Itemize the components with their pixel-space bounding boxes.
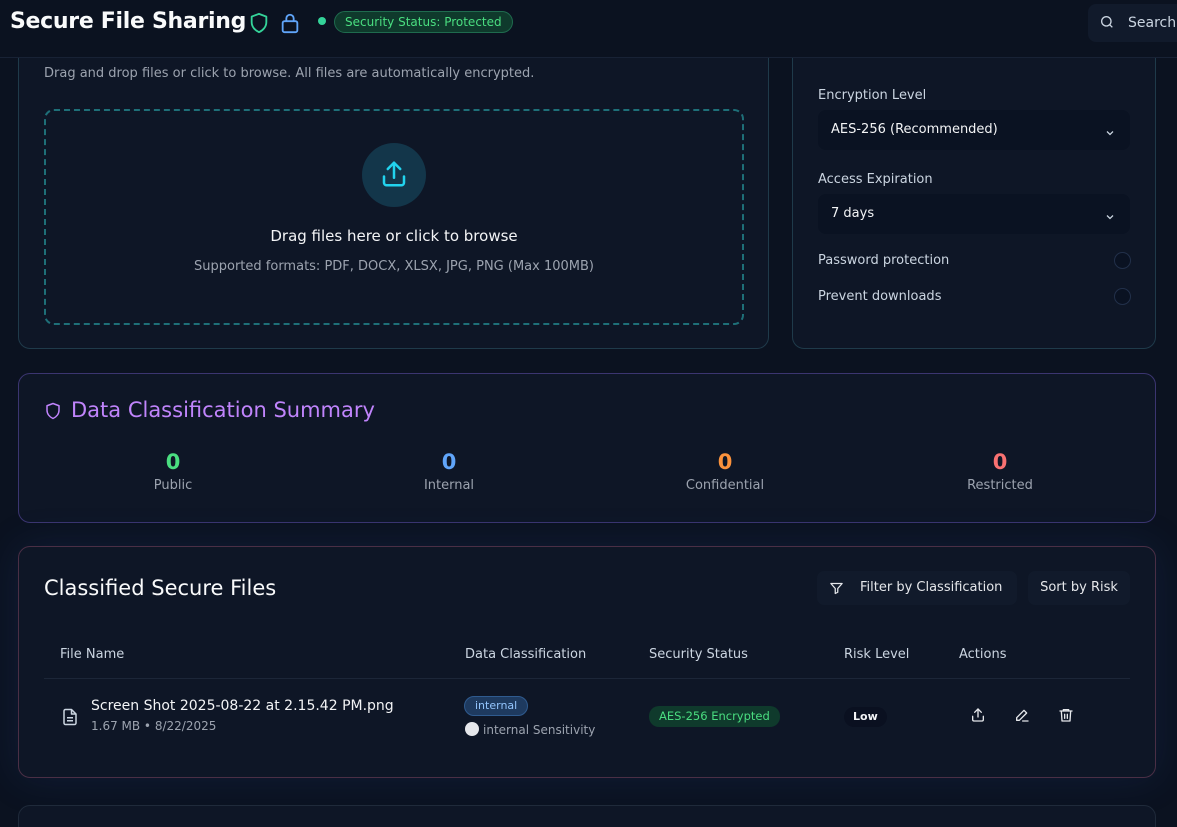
upload-description: Drag and drop files or click to browse. … [44, 66, 535, 81]
stat-public: 0 Public [73, 450, 273, 493]
shield-icon [248, 11, 270, 39]
app-title: Secure File Sharing [10, 9, 247, 34]
stat-label: Restricted [967, 478, 1033, 493]
search-button[interactable]: Search [1088, 4, 1177, 42]
chevron-down-icon [1104, 208, 1116, 227]
classification-summary-title: Data Classification Summary [71, 398, 375, 422]
dropzone-title: Drag files here or click to browse [270, 227, 518, 245]
classification-summary-panel: Data Classification Summary 0 Public 0 I… [18, 373, 1156, 523]
search-label: Search [1128, 15, 1177, 31]
next-section-panel [18, 805, 1156, 827]
file-dropzone[interactable]: Drag files here or click to browse Suppo… [44, 109, 744, 325]
column-header-risk-level[interactable]: Risk Level [844, 647, 909, 662]
classification-badge: internal [464, 696, 529, 716]
chevron-down-icon [1104, 124, 1116, 143]
encryption-level-label: Encryption Level [818, 88, 927, 103]
table-divider [44, 678, 1130, 679]
file-icon [61, 707, 79, 731]
lock-icon [279, 11, 301, 39]
column-header-actions: Actions [959, 647, 1007, 662]
column-header-classification[interactable]: Data Classification [465, 647, 586, 662]
upload-icon [382, 161, 406, 187]
prevent-downloads-label: Prevent downloads [818, 289, 942, 304]
filter-by-classification-button[interactable]: Filter by Classification [817, 571, 1017, 605]
risk-level-badge: Low [844, 707, 887, 727]
files-section-title: Classified Secure Files [44, 576, 277, 600]
edit-icon[interactable] [1014, 707, 1030, 727]
trash-icon[interactable] [1058, 707, 1074, 727]
access-expiration-select[interactable]: 7 days [818, 194, 1130, 234]
stat-count: 0 [441, 450, 457, 474]
column-header-file-name[interactable]: File Name [60, 647, 124, 662]
security-status-badge: Security Status: Protected [334, 11, 513, 33]
sensitivity-dot [465, 722, 479, 736]
prevent-downloads-toggle[interactable] [1114, 288, 1131, 305]
file-name[interactable]: Screen Shot 2025-08-22 at 2.15.42 PM.png [91, 698, 394, 714]
upload-panel: Drag and drop files or click to browse. … [18, 20, 769, 349]
filter-icon [830, 582, 843, 595]
stat-count: 0 [165, 450, 181, 474]
access-expiration-label: Access Expiration [818, 172, 933, 187]
security-settings-panel: Encryption Level AES-256 (Recommended) A… [792, 20, 1156, 349]
encryption-level-value: AES-256 (Recommended) [831, 122, 998, 137]
sort-by-risk-button[interactable]: Sort by Risk [1028, 571, 1130, 605]
stat-restricted: 0 Restricted [900, 450, 1100, 493]
dropzone-subtitle: Supported formats: PDF, DOCX, XLSX, JPG,… [194, 259, 594, 274]
shield-icon [44, 401, 62, 425]
classified-files-panel: Classified Secure Files Filter by Classi… [18, 546, 1156, 778]
password-protection-label: Password protection [818, 253, 950, 268]
encryption-level-select[interactable]: AES-256 (Recommended) [818, 110, 1130, 150]
status-indicator-dot [318, 17, 326, 25]
sensitivity-label: internal Sensitivity [483, 723, 596, 737]
filter-button-label: Filter by Classification [860, 580, 1003, 595]
stat-confidential: 0 Confidential [625, 450, 825, 493]
stat-internal: 0 Internal [349, 450, 549, 493]
access-expiration-value: 7 days [831, 206, 875, 221]
password-protection-toggle[interactable] [1114, 252, 1131, 269]
stat-count: 0 [992, 450, 1008, 474]
stat-count: 0 [717, 450, 733, 474]
file-meta: 1.67 MB • 8/22/2025 [91, 719, 217, 733]
security-status-badge: AES-256 Encrypted [649, 706, 780, 727]
search-icon [1099, 14, 1115, 34]
share-icon[interactable] [970, 707, 986, 727]
column-header-security-status[interactable]: Security Status [649, 647, 748, 662]
stat-label: Confidential [685, 478, 765, 493]
stat-label: Public [153, 478, 193, 493]
upload-icon-circle [362, 143, 426, 207]
stat-label: Internal [423, 478, 475, 493]
app-header: Secure File Sharing Security Status: Pro… [0, 0, 1177, 58]
